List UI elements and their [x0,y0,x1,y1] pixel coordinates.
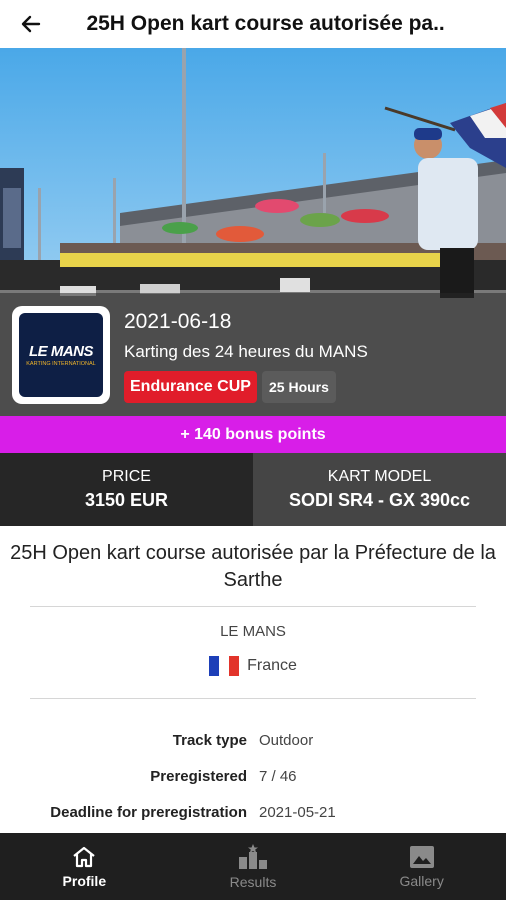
country-name: France [247,657,297,674]
nav-label: Results [229,873,277,890]
kart-model-value: SODI SR4 - GX 390cc [288,490,471,510]
location-city: LE MANS [220,623,286,640]
bottom-navigation: Profile Results Gallery [0,833,506,900]
category-badge: Endurance CUP [124,371,257,403]
event-details: Track type Outdoor Preregistered 7 / 46 … [0,722,506,830]
app-bar: 25H Open kart course autorisée pa.. [0,0,506,48]
detail-value: 7 / 46 [259,767,297,785]
event-date: 2021-06-18 [124,310,232,333]
nav-results[interactable]: Results [169,833,338,900]
bonus-points-banner: + 140 bonus points [0,416,506,453]
podium-icon [239,843,267,869]
logo-subtext: KARTING INTERNATIONAL [26,361,96,367]
kart-model-label: KART MODEL [327,468,432,485]
france-flag-icon [209,656,240,676]
detail-row: Deadline for preregistration 2021-05-21 [0,794,506,830]
location-country: France [0,656,506,676]
track-name: Karting des 24 heures du MANS [124,342,368,361]
price-cell: PRICE 3150 EUR [0,453,253,526]
divider [30,606,476,607]
event-description: 25H Open kart course autorisée par la Pr… [10,542,496,591]
nav-label: Profile [62,872,107,889]
price-value: 3150 EUR [84,490,169,510]
detail-label: Track type [172,731,247,749]
detail-row: Track type Outdoor [0,722,506,758]
event-hero: LE MANS KARTING INTERNATIONAL 2021-06-18… [0,48,506,416]
nav-gallery[interactable]: Gallery [337,833,506,900]
logo-text: LE MANS [29,343,94,360]
detail-label: Deadline for preregistration [50,803,247,821]
event-info-bar: PRICE 3150 EUR KART MODEL SODI SR4 - GX … [0,453,506,526]
duration-badge: 25 Hours [262,371,336,403]
image-icon [409,845,434,868]
detail-row: Preregistered 7 / 46 [0,758,506,794]
detail-value: 2021-05-21 [259,803,336,821]
home-icon [73,846,96,867]
track-logo: LE MANS KARTING INTERNATIONAL [12,306,110,404]
nav-profile[interactable]: Profile [0,833,169,900]
divider [30,698,476,699]
price-label: PRICE [102,468,151,485]
back-button[interactable] [0,0,62,48]
page-title: 25H Open kart course autorisée pa.. [86,12,445,35]
nav-label: Gallery [399,872,444,889]
kart-model-cell: KART MODEL SODI SR4 - GX 390cc [253,453,506,526]
detail-label: Preregistered [150,767,247,785]
detail-value: Outdoor [259,731,314,749]
arrow-left-icon [22,15,41,33]
